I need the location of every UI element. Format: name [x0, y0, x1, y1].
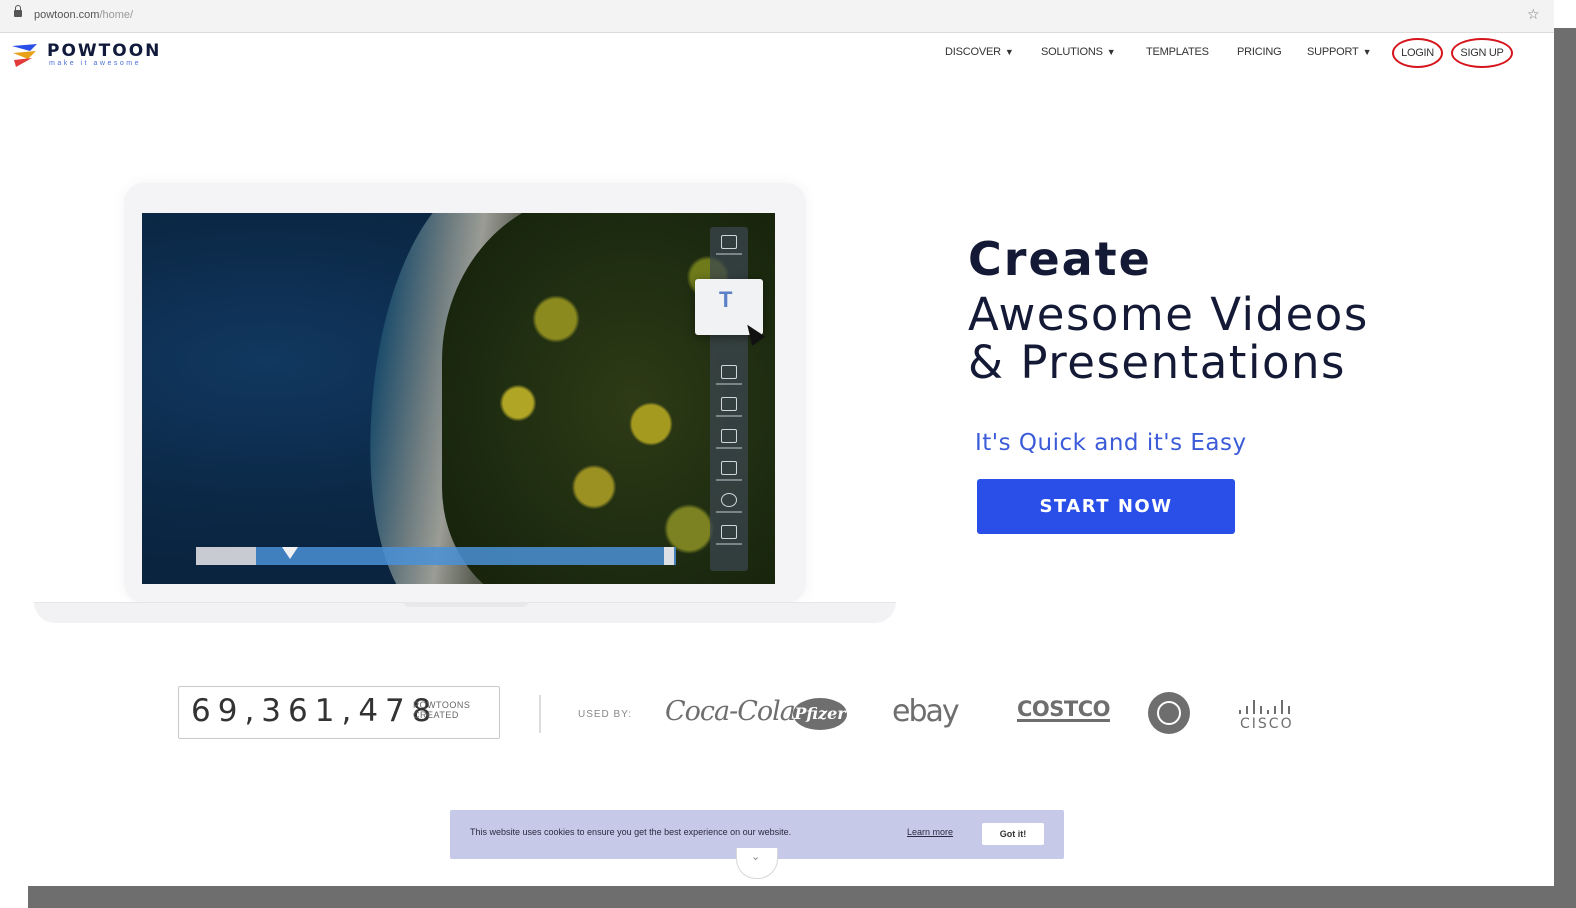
hero-headline-line2: Awesome Videos [968, 288, 1369, 341]
bookmark-star-icon[interactable]: ☆ [1527, 6, 1540, 23]
frame-shadow-right [1554, 28, 1576, 908]
nav-support-label: SUPPORT [1307, 46, 1359, 58]
cookie-message: This website uses cookies to ensure you … [470, 827, 792, 837]
sound-tool-icon [721, 493, 737, 507]
start-now-button[interactable]: START NOW [977, 479, 1235, 534]
counter-label-line1: POWTOONS [413, 700, 471, 710]
laptop-notch [404, 602, 528, 607]
nav-solutions[interactable]: SOLUTIONS ▼ [1041, 46, 1116, 62]
timeline-start-segment [196, 547, 256, 565]
cisco-bars-icon [1237, 700, 1293, 714]
learn-more-link[interactable]: Learn more [907, 827, 953, 837]
hero-subheadline: It's Quick and it's Easy [975, 430, 1247, 456]
hero-headline-bold: Create [968, 232, 1152, 286]
url-path: /home/ [99, 9, 134, 21]
tool-caption [716, 543, 742, 545]
stats-divider [539, 695, 541, 733]
got-it-button[interactable]: Got it! [982, 823, 1044, 845]
signup-link[interactable]: SIGN UP [1451, 38, 1513, 68]
powtoon-logo[interactable]: POWTOON make it awesome [10, 40, 170, 72]
images-tool-icon [721, 429, 737, 443]
browser-address-bar: powtoon.com/home/ ☆ [0, 0, 1554, 33]
login-link[interactable]: LOGIN [1392, 38, 1443, 68]
used-by-label: USED BY: [578, 709, 633, 720]
shapes-tool-icon [721, 397, 737, 411]
coca-cola-logo: Coca-Cola [665, 696, 796, 727]
caret-down-icon: ▼ [1004, 47, 1014, 57]
text-tool-icon: T [719, 287, 733, 312]
tool-caption [716, 447, 742, 449]
video-tool-icon [721, 461, 737, 475]
scenes-tool-icon [721, 235, 737, 249]
nav-support[interactable]: SUPPORT ▼ [1307, 46, 1371, 62]
nav-solutions-label: SOLUTIONS [1041, 46, 1103, 58]
ebay-logo: ebay [892, 694, 960, 729]
frame-shadow-bottom [28, 886, 1576, 908]
timeline-playhead-icon [282, 547, 298, 559]
lock-icon [14, 5, 22, 17]
cisco-logo: CISCO [1240, 716, 1294, 732]
hero-headline-line3: & Presentations [968, 336, 1346, 389]
counter-label-line2: CREATED [413, 710, 459, 720]
nav-discover-label: DISCOVER [945, 46, 1001, 58]
tool-caption [716, 479, 742, 481]
nav-discover[interactable]: DISCOVER ▼ [945, 46, 1014, 62]
scroll-down-button[interactable]: ⌄ [736, 848, 778, 879]
logo-wordmark: POWTOON [47, 41, 162, 61]
logo-tagline: make it awesome [49, 60, 141, 67]
pfizer-logo: Pfizer [793, 698, 847, 730]
timeline-zoom-control [664, 547, 674, 565]
nav-pricing[interactable]: PRICING [1237, 46, 1282, 62]
starbucks-logo [1148, 692, 1190, 734]
tool-caption [716, 383, 742, 385]
url-field[interactable]: powtoon.com/home/ [34, 9, 133, 21]
counter-value: 69,361,478 [191, 693, 439, 729]
nav-templates[interactable]: TEMPLATES [1146, 46, 1209, 62]
caret-down-icon: ▼ [1106, 47, 1116, 57]
tool-caption [716, 511, 742, 513]
tool-caption [716, 253, 742, 255]
chevron-down-icon: ⌄ [751, 851, 761, 863]
caret-down-icon: ▼ [1362, 47, 1372, 57]
hero-video-screen[interactable]: T [142, 213, 775, 584]
editor-timeline [196, 547, 676, 565]
counter-label: POWTOONS CREATED [413, 700, 483, 720]
powtoons-counter: 69,361,478 POWTOONS CREATED [178, 686, 500, 739]
logo-mark-icon [12, 44, 37, 67]
url-host: powtoon.com [34, 9, 100, 21]
specials-tool-icon [721, 525, 737, 539]
tool-caption [716, 415, 742, 417]
costco-logo: COSTCO [1017, 697, 1110, 722]
props-tool-icon [721, 365, 737, 379]
